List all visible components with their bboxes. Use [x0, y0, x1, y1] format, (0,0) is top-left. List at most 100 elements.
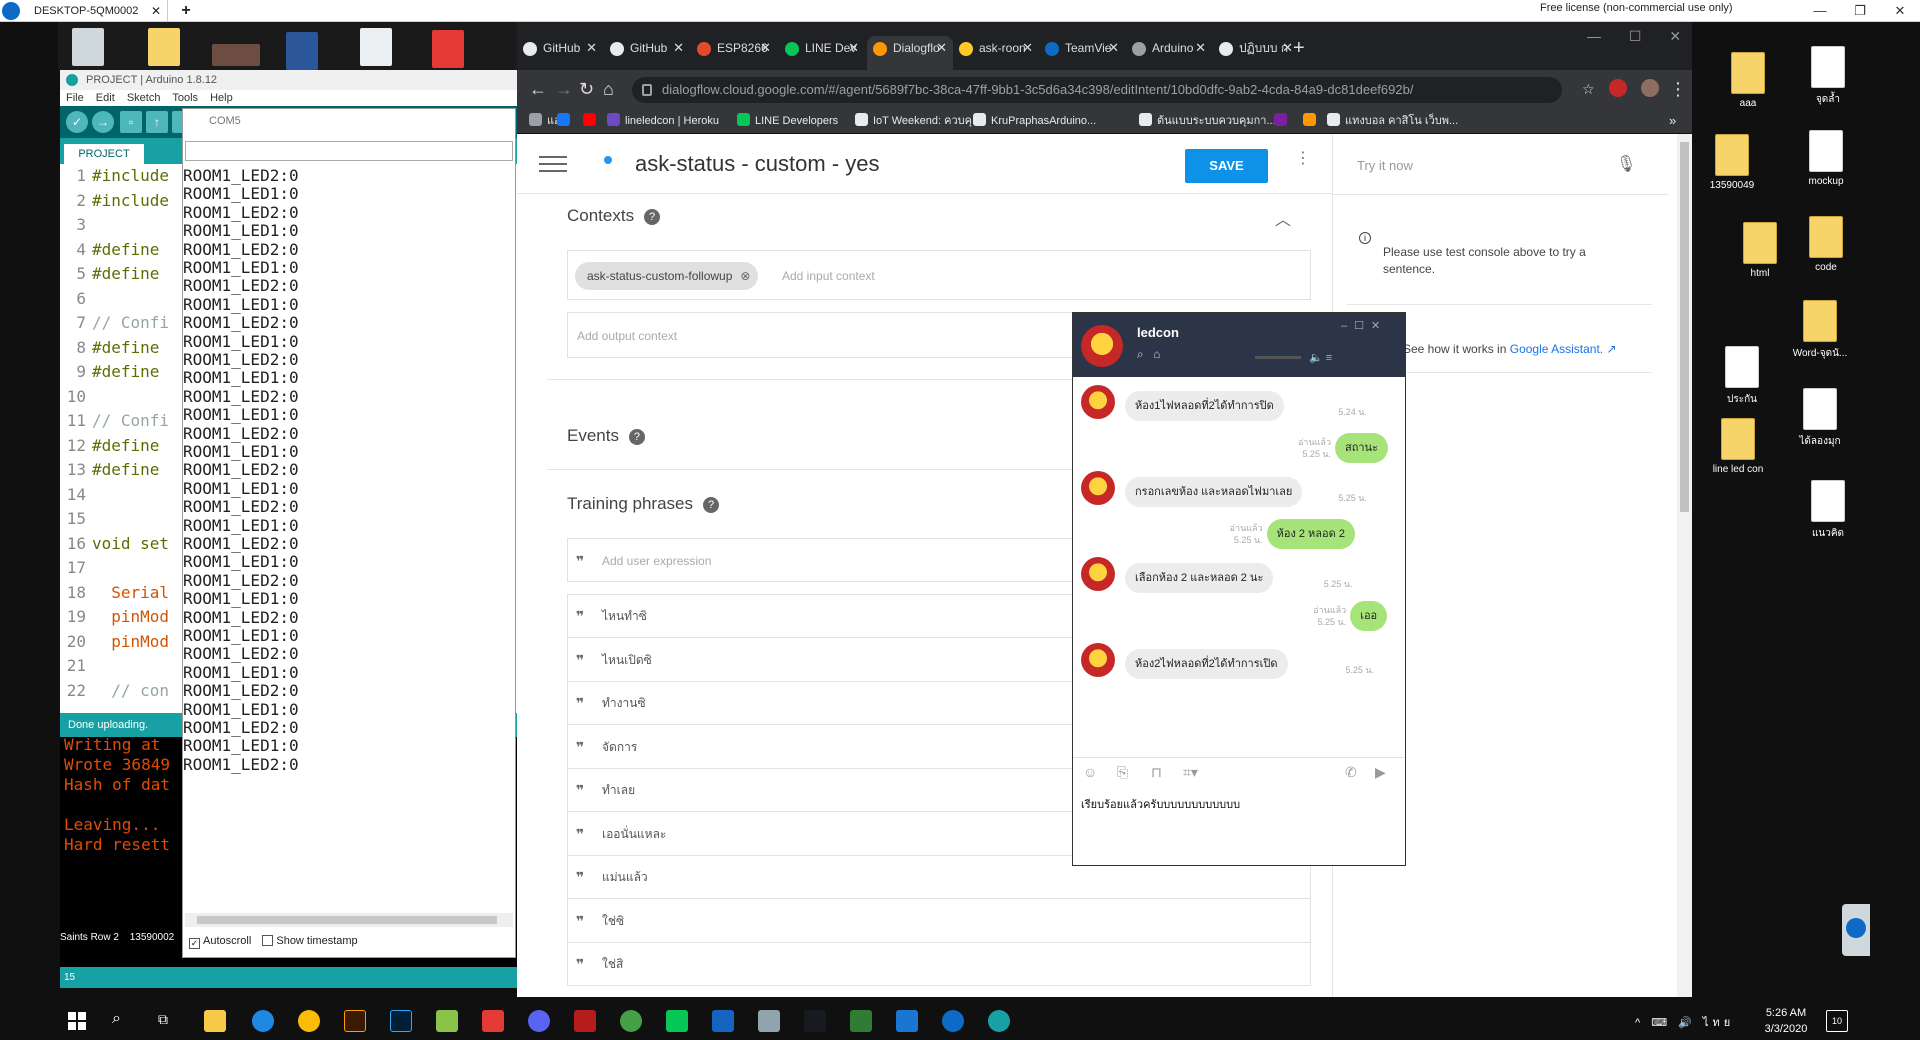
menu-sketch[interactable]: Sketch [127, 92, 161, 104]
volume-slider[interactable] [1255, 356, 1301, 359]
close-tab-icon[interactable]: ✕ [1282, 36, 1293, 60]
avatar[interactable] [1641, 79, 1659, 97]
system-tray[interactable]: ^ ⌨ 🔊 ไทย [1635, 1013, 1734, 1031]
emoji-icon[interactable]: ☺ [1083, 764, 1097, 780]
folder-icon[interactable] [148, 28, 180, 66]
save-button[interactable]: SAVE [1185, 149, 1268, 183]
pdf-icon[interactable] [432, 30, 464, 68]
new-tab-icon[interactable]: + [1293, 36, 1305, 60]
close-tab-icon[interactable]: ✕ [1108, 36, 1119, 60]
avatar[interactable] [1081, 643, 1115, 677]
steam-icon[interactable] [804, 1010, 826, 1032]
avatar[interactable] [1081, 557, 1115, 591]
desktop-icon[interactable]: mockup [1790, 130, 1862, 187]
extension-icon[interactable] [1609, 79, 1627, 97]
recycle-bin-icon[interactable] [72, 28, 104, 66]
home-icon[interactable]: ⌂ [603, 78, 614, 100]
star-icon[interactable]: ☆ [1582, 78, 1595, 100]
more-options-icon[interactable]: ⋮ [1295, 151, 1311, 167]
desktop-icon[interactable]: Word-จุดนั... [1784, 300, 1856, 361]
minimize-icon[interactable]: – [1341, 320, 1354, 332]
app-icon[interactable] [436, 1010, 458, 1032]
notification-icon[interactable]: 10 [1826, 1010, 1848, 1032]
start-icon[interactable] [68, 1012, 86, 1030]
new-icon[interactable]: ▫ [120, 111, 142, 133]
back-icon[interactable]: ← [529, 78, 547, 100]
browser-tab[interactable]: LINE Dev ✕ [779, 36, 865, 70]
teamviewer-icon[interactable] [942, 1010, 964, 1032]
maximize-icon[interactable]: ☐ [1629, 28, 1642, 44]
add-output-context[interactable]: Add output context [577, 329, 677, 343]
screenshot-icon[interactable]: ⌗▾ [1183, 764, 1198, 781]
help-icon[interactable]: ? [644, 209, 661, 225]
training-phrase-row[interactable]: ❞ ใช่สิ [567, 942, 1311, 986]
document-icon[interactable] [360, 28, 392, 66]
avatar[interactable] [1081, 471, 1115, 505]
bookmark-item[interactable] [1274, 108, 1292, 134]
menu-edit[interactable]: Edit [96, 92, 115, 104]
browser-tab[interactable]: Arduino ✕ [1126, 36, 1212, 70]
desktop-icon[interactable]: แนวคิด [1792, 480, 1864, 541]
search-icon[interactable]: ⌕ [1137, 347, 1144, 361]
scrollbar-thumb[interactable] [197, 916, 497, 924]
reload-icon[interactable]: ↻ [579, 78, 594, 100]
app-icon[interactable] [620, 1010, 642, 1032]
bookmark-item[interactable] [583, 108, 601, 134]
app-icon[interactable] [758, 1010, 780, 1032]
open-icon[interactable]: ↑ [146, 111, 168, 133]
browser-tab[interactable]: GitHub ✕ [604, 36, 690, 70]
close-tab-icon[interactable]: ✕ [760, 36, 771, 60]
menu-tools[interactable]: Tools [172, 92, 198, 104]
close-icon[interactable]: ✕ [1669, 28, 1681, 44]
desktop-icon[interactable]: html [1724, 222, 1796, 279]
bookmark-item[interactable]: ต้นแบบระบบควบคุมกา... [1139, 108, 1276, 134]
file-explorer-icon[interactable] [204, 1010, 226, 1032]
page-scrollbar[interactable] [1677, 134, 1692, 997]
desktop-icon[interactable]: aaa [1712, 52, 1784, 109]
add-session-icon[interactable]: + [178, 0, 194, 22]
illustrator-icon[interactable] [344, 1010, 366, 1032]
add-input-context[interactable]: Add input context [782, 269, 875, 283]
autoscroll-checkbox[interactable]: ✓ [189, 938, 200, 949]
remove-chip-icon[interactable]: ⊗ [740, 262, 750, 290]
close-tab-icon[interactable]: ✕ [1022, 36, 1033, 60]
desktop-icon[interactable]: ประกัน [1706, 346, 1778, 407]
photoshop-icon[interactable] [390, 1010, 412, 1032]
teamviewer-session-tab[interactable]: DESKTOP-5QM0002 [26, 0, 168, 22]
video-icon[interactable]: ▶ [1375, 764, 1386, 781]
input-language[interactable]: ไทย [1703, 1017, 1734, 1029]
word-icon[interactable] [286, 32, 318, 70]
image-icon[interactable] [212, 44, 260, 66]
teamviewer-panel-handle[interactable] [1842, 904, 1870, 956]
timestamp-checkbox[interactable] [262, 935, 274, 946]
serial-send-input[interactable] [185, 141, 513, 161]
microphone-icon[interactable]: 🎙 [1616, 154, 1636, 174]
task-view-icon[interactable]: ⧉ [158, 1011, 168, 1028]
app-icon[interactable] [574, 1010, 596, 1032]
training-phrase-row[interactable]: ❞ ใช่ซิ [567, 898, 1311, 943]
minimize-icon[interactable]: — [1587, 28, 1601, 44]
bookmark-item[interactable]: KruPraphasArduino... [973, 108, 1096, 134]
maximize-icon[interactable]: ☐ [1354, 320, 1371, 332]
try-now-input[interactable]: Try it now [1357, 158, 1413, 173]
chrome-icon[interactable] [298, 1010, 320, 1032]
desktop-icon[interactable]: ได้ลองมุก [1784, 388, 1856, 449]
edge-icon[interactable] [252, 1010, 274, 1032]
more-bookmarks-icon[interactable]: » [1669, 108, 1676, 134]
bookmark-item[interactable]: แทงบอล คาสิโน เว็บพ... [1327, 108, 1458, 134]
help-icon[interactable]: ? [628, 429, 645, 445]
close-tab-icon[interactable]: ✕ [848, 36, 859, 60]
app-icon[interactable] [712, 1010, 734, 1032]
home-icon[interactable]: ⌂ [1153, 347, 1160, 361]
desktop-icon[interactable]: code [1790, 216, 1862, 273]
browser-tab[interactable]: ESP8266 ✕ [691, 36, 777, 70]
app-icon[interactable] [850, 1010, 872, 1032]
browser-tab[interactable]: ปฏิบบบ ก ✕ [1213, 36, 1299, 70]
tab-project[interactable]: PROJECT [64, 144, 144, 164]
bookmark-item[interactable]: LINE Developers [737, 108, 838, 134]
browser-tab[interactable]: GitHub ✕ [517, 36, 603, 70]
avatar[interactable] [1081, 385, 1115, 419]
close-tab-icon[interactable]: ✕ [586, 36, 597, 60]
browser-tab[interactable]: Dialogflo ✕ [867, 36, 953, 70]
close-tab-icon[interactable]: ✕ [673, 36, 684, 60]
